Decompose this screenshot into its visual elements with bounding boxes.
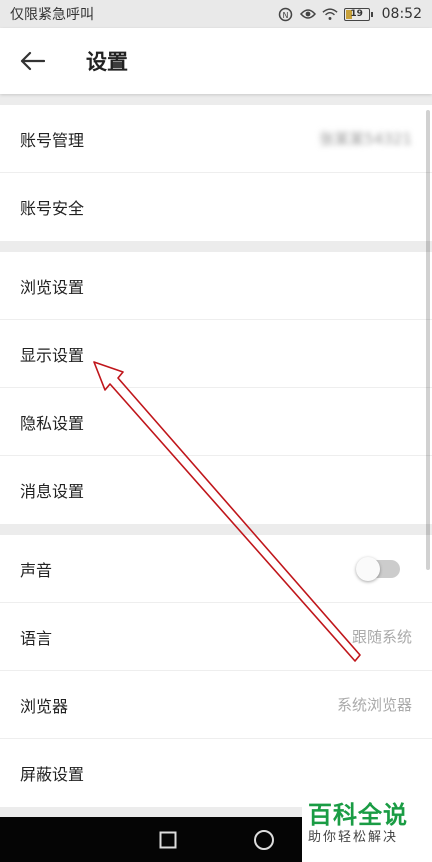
status-bar: 仅限紧急呼叫 N 19 08:52: [0, 0, 432, 28]
display-settings-item[interactable]: 显示设置: [0, 320, 432, 388]
item-label: 浏览器: [20, 696, 69, 716]
sound-toggle[interactable]: [356, 556, 400, 581]
item-label: 消息设置: [20, 482, 85, 501]
signal-icon: N: [278, 7, 294, 21]
back-arrow-icon: [20, 51, 45, 71]
item-label: 浏览设置: [20, 277, 85, 297]
preferences-group: 浏览设置 显示设置 隐私设置 消息设置: [0, 252, 432, 524]
browser-item[interactable]: 浏览器 系统浏览器: [0, 671, 432, 739]
settings-list: 账号管理 张某某54321 账号安全 浏览设置 显示设置 隐私设置 消息设置 声…: [0, 105, 432, 818]
item-label: 账号安全: [20, 199, 85, 218]
privacy-settings-item[interactable]: 隐私设置: [0, 388, 432, 456]
account-management-item[interactable]: 账号管理 张某某54321: [0, 105, 432, 173]
watermark: 百科全说 助你轻松解决: [302, 797, 432, 862]
account-name-value: 张某某54321: [319, 130, 412, 148]
language-item[interactable]: 语言 跟随系统: [0, 603, 432, 671]
message-settings-item[interactable]: 消息设置: [0, 456, 432, 524]
sound-item: 声音: [0, 535, 432, 603]
back-button[interactable]: [0, 28, 64, 94]
status-icons: N 19 08:52: [278, 6, 422, 22]
item-label: 显示设置: [20, 345, 85, 365]
carrier-text: 仅限紧急呼叫: [10, 7, 94, 23]
app-bar: 设置: [0, 28, 432, 94]
home-button[interactable]: [252, 828, 276, 852]
language-value: 跟随系统: [351, 628, 412, 646]
item-label: 账号管理: [20, 130, 85, 150]
page-title: 设置: [86, 50, 128, 74]
item-label: 屏蔽设置: [20, 765, 85, 784]
battery-level: 19: [350, 8, 363, 19]
svg-text:N: N: [283, 11, 289, 20]
recent-apps-icon: [159, 831, 177, 848]
clock: 08:52: [381, 6, 422, 22]
toggle-knob: [356, 556, 380, 581]
eye-icon: [299, 7, 316, 21]
browse-settings-item[interactable]: 浏览设置: [0, 252, 432, 320]
watermark-title: 百科全说: [308, 801, 408, 829]
recent-apps-button[interactable]: [156, 828, 180, 852]
item-label: 语言: [20, 628, 53, 648]
system-group: 声音 语言 跟随系统 浏览器 系统浏览器 屏蔽设置: [0, 535, 432, 807]
battery-icon: 19: [343, 7, 373, 21]
item-label: 声音: [20, 560, 53, 580]
watermark-subtitle: 助你轻松解决: [308, 830, 399, 845]
item-label: 隐私设置: [20, 413, 85, 433]
wifi-icon: [322, 7, 338, 21]
browser-value: 系统浏览器: [336, 696, 412, 714]
account-security-item[interactable]: 账号安全: [0, 173, 432, 241]
account-group: 账号管理 张某某54321 账号安全: [0, 105, 432, 241]
home-icon: [254, 829, 274, 850]
scrollbar[interactable]: [426, 110, 430, 570]
